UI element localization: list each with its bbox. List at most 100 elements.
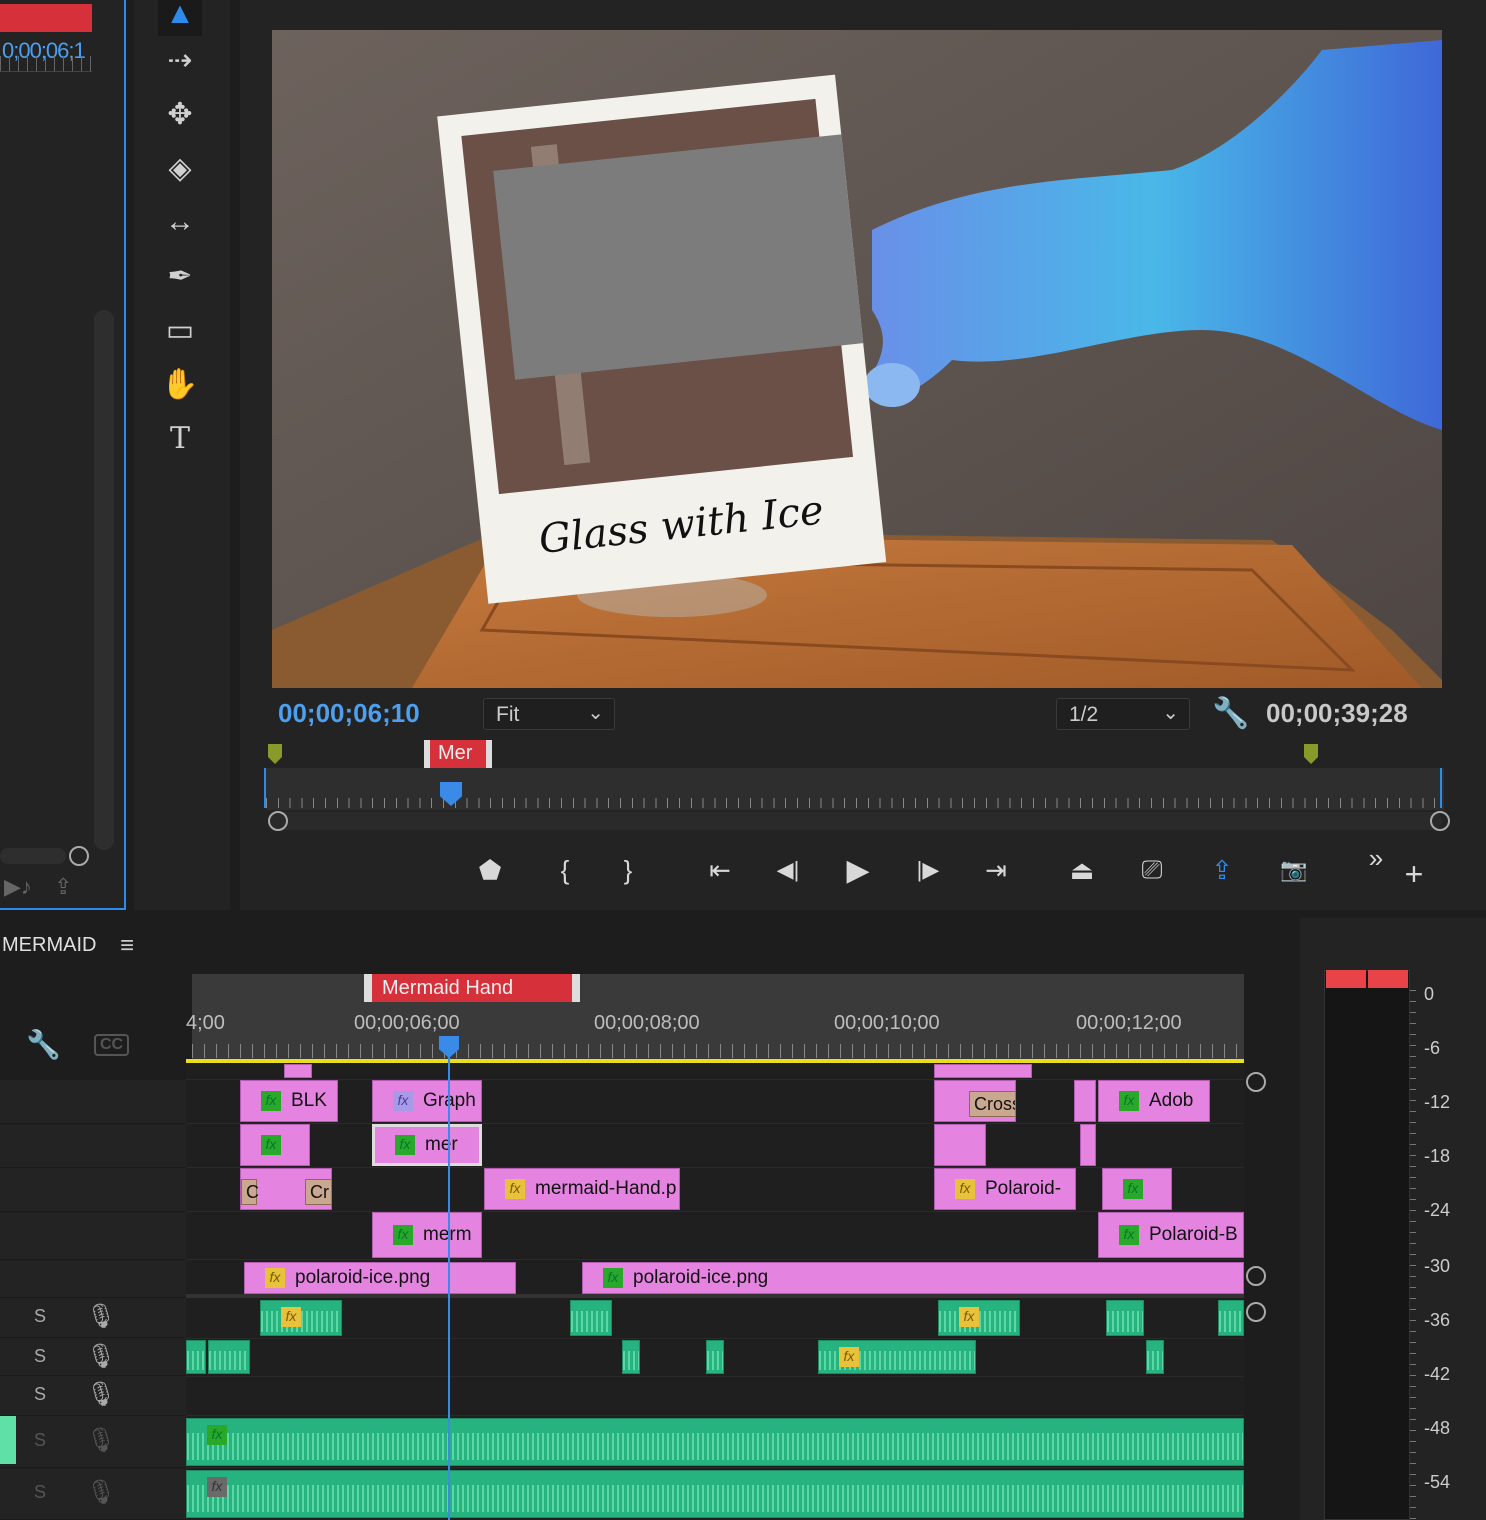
video-clip[interactable] <box>284 1064 312 1078</box>
pen-tool-icon[interactable]: ✒ <box>158 254 202 298</box>
transition-c[interactable]: C <box>241 1179 259 1205</box>
more-controls-button[interactable]: » <box>1356 840 1396 876</box>
audio-clip[interactable]: fx <box>260 1300 342 1336</box>
audio-drag-icon[interactable]: ▶♪ <box>4 874 32 900</box>
audio-clip-music[interactable]: fx <box>186 1418 1244 1466</box>
audio-clip[interactable] <box>208 1340 250 1374</box>
export-frame-button[interactable]: ⇪ <box>1202 852 1242 888</box>
audio-clip[interactable] <box>1106 1300 1144 1336</box>
track-header-v5[interactable] <box>0 1080 186 1124</box>
razor-icon[interactable]: ◈ <box>158 146 202 190</box>
video-clip[interactable]: C Cr <box>240 1168 332 1210</box>
transition-cr[interactable]: Cr <box>305 1179 331 1205</box>
extract-button[interactable]: ⎚ <box>1132 852 1172 888</box>
audio-clip[interactable]: fx <box>938 1300 1020 1336</box>
audio-clip[interactable] <box>1146 1340 1164 1374</box>
video-clip-graphic[interactable]: fxGraph <box>372 1080 482 1122</box>
zoom-handle-left[interactable] <box>268 811 288 831</box>
transition-cross-dissolve[interactable]: Cross <box>969 1091 1015 1117</box>
audio-clip[interactable] <box>186 1340 206 1374</box>
microphone-icon[interactable]: 🎙 <box>86 1380 116 1409</box>
video-clip-mermaid-selected[interactable]: fx mer <box>372 1124 482 1166</box>
source-zoom-handle[interactable] <box>69 846 89 866</box>
zoom-handle-right[interactable] <box>1430 811 1450 831</box>
vertical-zoom-handle[interactable] <box>1246 1266 1266 1286</box>
video-clip-mermaid-hand[interactable]: fx mermaid-Hand.p <box>484 1168 680 1210</box>
video-clip-polaroid[interactable]: fx Polaroid- <box>934 1168 1076 1210</box>
solo-button[interactable]: S <box>34 1384 46 1405</box>
microphone-icon[interactable]: 🎙 <box>86 1302 116 1331</box>
mark-out-button[interactable]: } <box>608 852 648 888</box>
track-header-a4[interactable]: S 🎙 <box>0 1416 186 1468</box>
program-video-frame[interactable]: Glass with Ice <box>272 30 1442 688</box>
track-header-v1[interactable] <box>0 1260 186 1298</box>
type-tool-icon[interactable]: T <box>158 416 202 460</box>
video-clip-polaroid-ice[interactable]: fx polaroid-ice.png <box>244 1262 516 1294</box>
video-clip-adobe[interactable]: fx Adob <box>1098 1080 1210 1122</box>
video-clip[interactable]: fx <box>240 1124 310 1166</box>
resolution-dropdown[interactable]: 1/2 ⌄ <box>1056 698 1190 730</box>
audio-clip[interactable] <box>1218 1300 1244 1336</box>
peak-indicator-right[interactable] <box>1368 970 1408 988</box>
camera-button[interactable]: 📷 <box>1274 852 1314 888</box>
go-to-in-button[interactable]: ⇤ <box>700 852 740 888</box>
slip-tool-icon[interactable]: ↔ <box>158 200 202 244</box>
track-header-a5[interactable]: S 🎙 <box>0 1468 186 1520</box>
step-back-button[interactable]: ◀| <box>768 852 808 888</box>
zoom-dropdown[interactable]: Fit ⌄ <box>483 698 615 730</box>
timeline-marker[interactable]: Mermaid Hand <box>364 974 580 1002</box>
play-button[interactable]: ▶ <box>838 852 878 888</box>
export-frame-icon[interactable]: ⇪ <box>54 874 72 900</box>
video-clip-polaroid-ice[interactable]: fx polaroid-ice.png <box>582 1262 1244 1294</box>
panel-menu-icon[interactable]: ≡ <box>120 932 134 960</box>
audio-clip-music[interactable]: fx <box>186 1470 1244 1518</box>
vertical-zoom-handle[interactable] <box>1246 1302 1266 1322</box>
hand-tool-icon[interactable]: ✋ <box>158 362 202 406</box>
wrench-icon[interactable]: 🔧 <box>1212 696 1249 731</box>
video-clip-polaroid-b[interactable]: fx Polaroid-B <box>1098 1212 1244 1258</box>
track-header-v3[interactable] <box>0 1168 186 1212</box>
sequence-tab[interactable]: MERMAID <box>2 934 96 957</box>
source-horizontal-scrollbar[interactable] <box>0 848 66 864</box>
solo-button[interactable]: S <box>34 1430 46 1451</box>
microphone-icon[interactable]: 🎙 <box>86 1478 116 1507</box>
lift-button[interactable]: ⏏ <box>1062 852 1102 888</box>
timeline-settings-wrench-icon[interactable]: 🔧 <box>26 1028 61 1061</box>
rectangle-tool-icon[interactable]: ▭ <box>158 308 202 352</box>
video-clip-blk[interactable]: fx BLK <box>240 1080 338 1122</box>
video-clip-merm[interactable]: fxmerm <box>372 1212 482 1258</box>
audio-clip[interactable]: fx <box>818 1340 976 1374</box>
source-vertical-scrollbar[interactable] <box>94 310 114 850</box>
track-select-forward-icon[interactable]: ⇢ <box>158 38 202 82</box>
selection-tool-icon[interactable]: ▲ <box>158 0 202 36</box>
work-area-bar[interactable] <box>186 1059 1244 1063</box>
program-zoom-scrollbar[interactable] <box>270 812 1442 830</box>
microphone-icon[interactable]: 🎙 <box>86 1426 116 1455</box>
audio-clip[interactable] <box>622 1340 640 1374</box>
peak-indicator-left[interactable] <box>1326 970 1366 988</box>
video-clip[interactable] <box>1080 1124 1096 1166</box>
track-header-v2[interactable] <box>0 1212 186 1260</box>
add-marker-button[interactable]: ⬟ <box>470 852 510 888</box>
step-forward-button[interactable]: |▶ <box>908 852 948 888</box>
timeline-playhead-line[interactable] <box>448 1050 450 1520</box>
video-clip[interactable]: Cross <box>934 1080 1016 1122</box>
video-clip[interactable]: fx <box>1102 1168 1172 1210</box>
program-marker[interactable]: Mer <box>424 740 492 768</box>
go-to-out-button[interactable]: ⇥ <box>976 852 1016 888</box>
vertical-zoom-handle[interactable] <box>1246 1072 1266 1092</box>
program-current-time[interactable]: 00;00;06;10 <box>278 698 420 729</box>
mark-in-button[interactable]: { <box>545 852 585 888</box>
track-header-a1[interactable]: S 🎙 <box>0 1298 186 1338</box>
track-header-v4[interactable] <box>0 1124 186 1168</box>
solo-button[interactable]: S <box>34 1346 46 1367</box>
solo-button[interactable]: S <box>34 1306 46 1327</box>
source-ruler[interactable] <box>0 56 92 72</box>
track-header-a2[interactable]: S 🎙 <box>0 1338 186 1376</box>
video-clip[interactable] <box>1074 1080 1096 1122</box>
captions-icon[interactable]: CC <box>94 1034 130 1056</box>
video-clip[interactable] <box>934 1064 1032 1078</box>
ripple-edit-icon[interactable]: ✥ <box>158 92 202 136</box>
audio-clip[interactable] <box>706 1340 724 1374</box>
solo-button[interactable]: S <box>34 1482 46 1503</box>
